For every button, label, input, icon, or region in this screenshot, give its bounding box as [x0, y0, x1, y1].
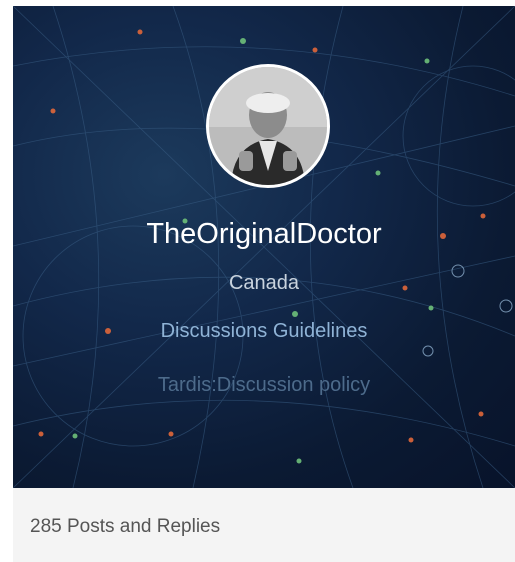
posts-count: 285 Posts and Replies	[30, 516, 221, 537]
discussion-policy-link[interactable]: Tardis:Discussion policy	[13, 374, 515, 397]
user-avatar[interactable]	[206, 64, 330, 188]
profile-card: TheOriginalDoctor Canada Discussions Gui…	[13, 6, 515, 562]
profile-location: Canada	[228, 272, 300, 294]
profile-username: TheOriginalDoctor	[146, 218, 382, 250]
discussions-guidelines-link[interactable]: Discussions Guidelines	[13, 320, 515, 343]
profile-banner: TheOriginalDoctor Canada Discussions Gui…	[13, 6, 515, 488]
user-avatar-photo-icon	[209, 67, 327, 185]
